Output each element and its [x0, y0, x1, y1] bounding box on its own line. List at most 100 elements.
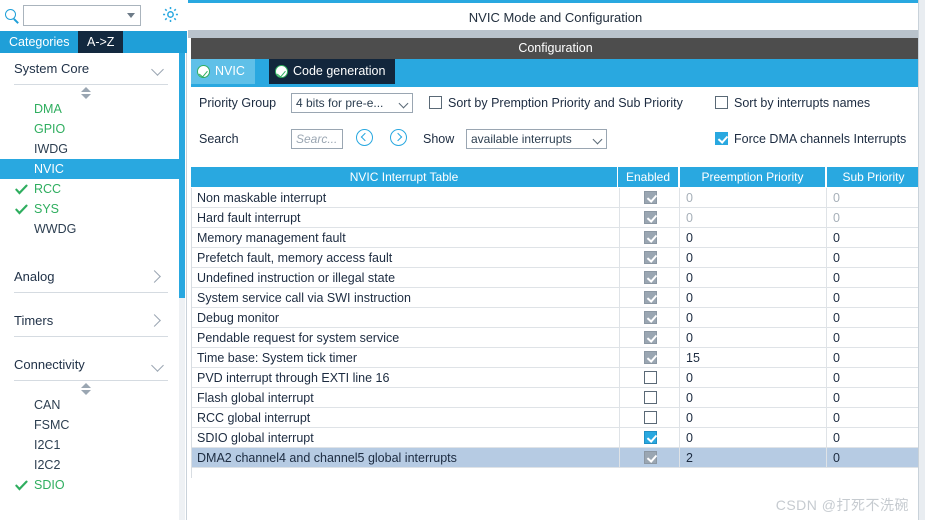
sidebar-item-sys[interactable]: SYS [0, 199, 180, 219]
enabled-checkbox[interactable] [644, 451, 657, 464]
enabled-cell[interactable] [619, 248, 680, 268]
sub-priority-cell[interactable]: 0 [828, 228, 921, 248]
enabled-checkbox[interactable] [644, 331, 657, 344]
sub-priority-cell[interactable]: 0 [828, 428, 921, 448]
table-row[interactable]: System service call via SWI instruction 0… [192, 288, 921, 308]
enabled-checkbox[interactable] [644, 211, 657, 224]
table-row[interactable]: Time base: System tick timer 15 0 [192, 348, 921, 368]
enabled-cell[interactable] [619, 308, 680, 328]
preemption-priority-cell[interactable]: 0 [681, 248, 827, 268]
sidebar-item-sdio[interactable]: SDIO [0, 475, 180, 495]
sort-by-interrupt-names-checkbox[interactable] [715, 96, 728, 109]
preemption-priority-cell[interactable]: 0 [681, 188, 827, 208]
preemption-priority-cell[interactable]: 0 [681, 328, 827, 348]
sub-priority-cell[interactable]: 0 [828, 368, 921, 388]
sub-priority-cell[interactable]: 0 [828, 188, 921, 208]
enabled-cell[interactable] [619, 228, 680, 248]
sidebar-item-i2c2[interactable]: I2C2 [0, 455, 180, 475]
enabled-checkbox[interactable] [644, 191, 657, 204]
enabled-checkbox[interactable] [644, 391, 657, 404]
sub-priority-cell[interactable]: 0 [828, 308, 921, 328]
scroll-spinner-connectivity[interactable] [0, 381, 180, 395]
preemption-priority-cell[interactable]: 0 [681, 268, 827, 288]
sidebar-item-can[interactable]: CAN [0, 395, 180, 415]
preemption-priority-cell[interactable]: 0 [681, 288, 827, 308]
table-row[interactable]: Undefined instruction or illegal state 0 0 [192, 268, 921, 288]
table-row[interactable]: PVD interrupt through EXTI line 16 0 0 [192, 368, 921, 388]
sidebar-scrollbar[interactable] [179, 53, 185, 520]
sidebar-search-input[interactable] [23, 5, 141, 26]
preemption-priority-cell[interactable]: 2 [681, 448, 827, 468]
enabled-cell[interactable] [619, 408, 680, 428]
search-next-button[interactable] [390, 129, 407, 146]
tab-code-generation[interactable]: Code generation [269, 59, 396, 84]
enabled-cell[interactable] [619, 388, 680, 408]
enabled-cell[interactable] [619, 288, 680, 308]
enabled-cell[interactable] [619, 268, 680, 288]
group-header-analog[interactable]: Analog [14, 261, 168, 293]
sidebar-item-wwdg[interactable]: WWDG [0, 219, 180, 239]
preemption-priority-cell[interactable]: 0 [681, 228, 827, 248]
table-row[interactable]: Hard fault interrupt 0 0 [192, 208, 921, 228]
column-header-sub-priority[interactable]: Sub Priority [827, 167, 920, 187]
enabled-cell[interactable] [619, 368, 680, 388]
search-input[interactable]: Searc... [291, 129, 343, 149]
enabled-checkbox[interactable] [644, 431, 657, 444]
enabled-checkbox[interactable] [644, 311, 657, 324]
table-row[interactable]: SDIO global interrupt 0 0 [192, 428, 921, 448]
sub-priority-cell[interactable]: 0 [828, 408, 921, 428]
group-header-timers[interactable]: Timers [14, 305, 168, 337]
sidebar-item-dma[interactable]: DMA [0, 99, 180, 119]
column-header-preemption[interactable]: Preemption Priority [680, 167, 826, 187]
enabled-checkbox[interactable] [644, 271, 657, 284]
sort-by-premption-checkbox[interactable] [429, 96, 442, 109]
sidebar-scrollbar-thumb[interactable] [179, 53, 185, 298]
preemption-priority-cell[interactable]: 0 [681, 368, 827, 388]
enabled-checkbox[interactable] [644, 291, 657, 304]
sub-priority-cell[interactable]: 0 [828, 388, 921, 408]
force-dma-checkbox[interactable] [715, 132, 728, 145]
sidebar-item-gpio[interactable]: GPIO [0, 119, 180, 139]
column-header-enabled[interactable]: Enabled [618, 167, 679, 187]
preemption-priority-cell[interactable]: 0 [681, 408, 827, 428]
sidebar-item-fsmc[interactable]: FSMC [0, 415, 180, 435]
priority-group-select[interactable]: 4 bits for pre-e... [291, 93, 413, 113]
enabled-checkbox[interactable] [644, 371, 657, 384]
enabled-cell[interactable] [619, 188, 680, 208]
show-select[interactable]: available interrupts [466, 129, 607, 149]
enabled-checkbox[interactable] [644, 231, 657, 244]
enabled-checkbox[interactable] [644, 251, 657, 264]
preemption-priority-cell[interactable]: 0 [681, 308, 827, 328]
sub-priority-cell[interactable]: 0 [828, 208, 921, 228]
table-row[interactable]: Prefetch fault, memory access fault 0 0 [192, 248, 921, 268]
enabled-cell[interactable] [619, 428, 680, 448]
preemption-priority-cell[interactable]: 0 [681, 428, 827, 448]
scroll-spinner-system-core[interactable] [0, 85, 180, 99]
sidebar-item-rcc[interactable]: RCC [0, 179, 180, 199]
table-row[interactable]: DMA2 channel4 and channel5 global interr… [192, 448, 921, 468]
sidebar-item-nvic[interactable]: NVIC [0, 159, 180, 179]
sub-priority-cell[interactable]: 0 [828, 348, 921, 368]
enabled-checkbox[interactable] [644, 411, 657, 424]
sub-priority-cell[interactable]: 0 [828, 288, 921, 308]
tab-a-to-z[interactable]: A->Z [78, 31, 124, 53]
table-row[interactable]: Pendable request for system service 0 0 [192, 328, 921, 348]
sidebar-item-iwdg[interactable]: IWDG [0, 139, 180, 159]
enabled-cell[interactable] [619, 208, 680, 228]
enabled-checkbox[interactable] [644, 351, 657, 364]
table-row[interactable]: Memory management fault 0 0 [192, 228, 921, 248]
sub-priority-cell[interactable]: 0 [828, 268, 921, 288]
sidebar-item-i2c1[interactable]: I2C1 [0, 435, 180, 455]
column-header-name[interactable]: NVIC Interrupt Table [191, 167, 618, 187]
sub-priority-cell[interactable]: 0 [828, 328, 921, 348]
preemption-priority-cell[interactable]: 0 [681, 208, 827, 228]
group-header-system-core[interactable]: System Core [14, 53, 168, 85]
table-row[interactable]: RCC global interrupt 0 0 [192, 408, 921, 428]
search-prev-button[interactable] [356, 129, 373, 146]
preemption-priority-cell[interactable]: 0 [681, 388, 827, 408]
preemption-priority-cell[interactable]: 15 [681, 348, 827, 368]
tab-categories[interactable]: Categories [0, 31, 78, 53]
enabled-cell[interactable] [619, 348, 680, 368]
gear-icon[interactable] [161, 5, 180, 24]
enabled-cell[interactable] [619, 328, 680, 348]
